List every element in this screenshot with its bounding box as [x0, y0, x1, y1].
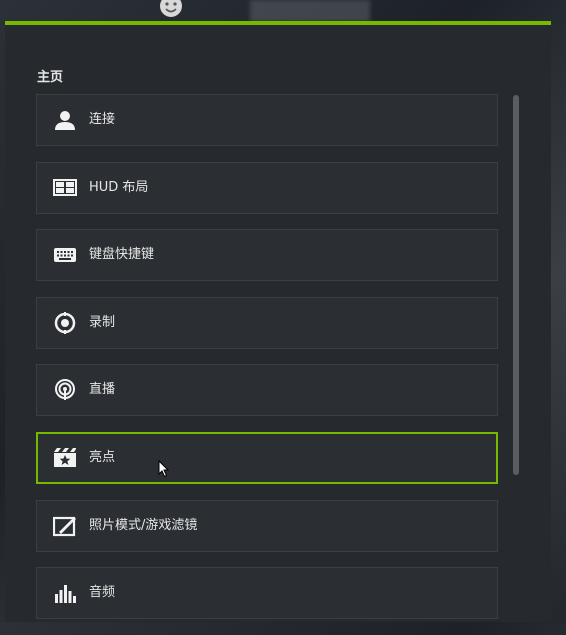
- menu-item-label: 音频: [89, 585, 116, 601]
- menu-item-photo-mode[interactable]: 照片模式/游戏滤镜: [36, 499, 498, 552]
- menu-item-label: 照片模式/游戏滤镜: [89, 517, 198, 533]
- menu-item-keyboard-shortcuts[interactable]: 键盘快捷键: [36, 229, 498, 282]
- layout-icon: [53, 177, 77, 199]
- keyboard-icon: [53, 244, 77, 266]
- mouse-cursor-icon: [158, 459, 170, 478]
- audio-icon: [53, 582, 77, 604]
- person-icon: [53, 109, 77, 131]
- menu-item-highlights[interactable]: 亮点: [36, 431, 498, 484]
- panel-title: 主页: [37, 70, 64, 85]
- menu-item-hud-layout[interactable]: HUD 布局: [36, 161, 498, 214]
- photo-filter-icon: [53, 515, 77, 537]
- menu-item-broadcast[interactable]: 直播: [36, 364, 498, 417]
- menu-list: 连接 HUD 布局 键盘快捷键 录制 直播 亮点 照片模式/游戏滤镜 音频: [36, 94, 498, 635]
- menu-item-label: 连接: [89, 112, 116, 127]
- smiley-icon: [158, 0, 184, 18]
- menu-item-label: HUD 布局: [89, 179, 149, 195]
- menu-item-connect[interactable]: 连接: [36, 94, 498, 146]
- record-icon: [53, 311, 77, 334]
- background-blur: [250, 0, 370, 22]
- menu-item-audio[interactable]: 音频: [36, 567, 498, 620]
- menu-item-label: 键盘快捷键: [89, 247, 155, 263]
- overlay-panel: 主页 连接 HUD 布局 键盘快捷键 录制 直播 亮点 照片模式/游戏滤镜 音频: [5, 21, 551, 622]
- broadcast-icon: [53, 379, 77, 401]
- menu-item-record[interactable]: 录制: [36, 296, 498, 349]
- menu-item-label: 录制: [89, 314, 116, 330]
- scrollbar[interactable]: [513, 95, 519, 475]
- highlights-icon: [53, 447, 77, 469]
- menu-item-label: 亮点: [89, 449, 116, 465]
- menu-item-label: 直播: [89, 382, 116, 398]
